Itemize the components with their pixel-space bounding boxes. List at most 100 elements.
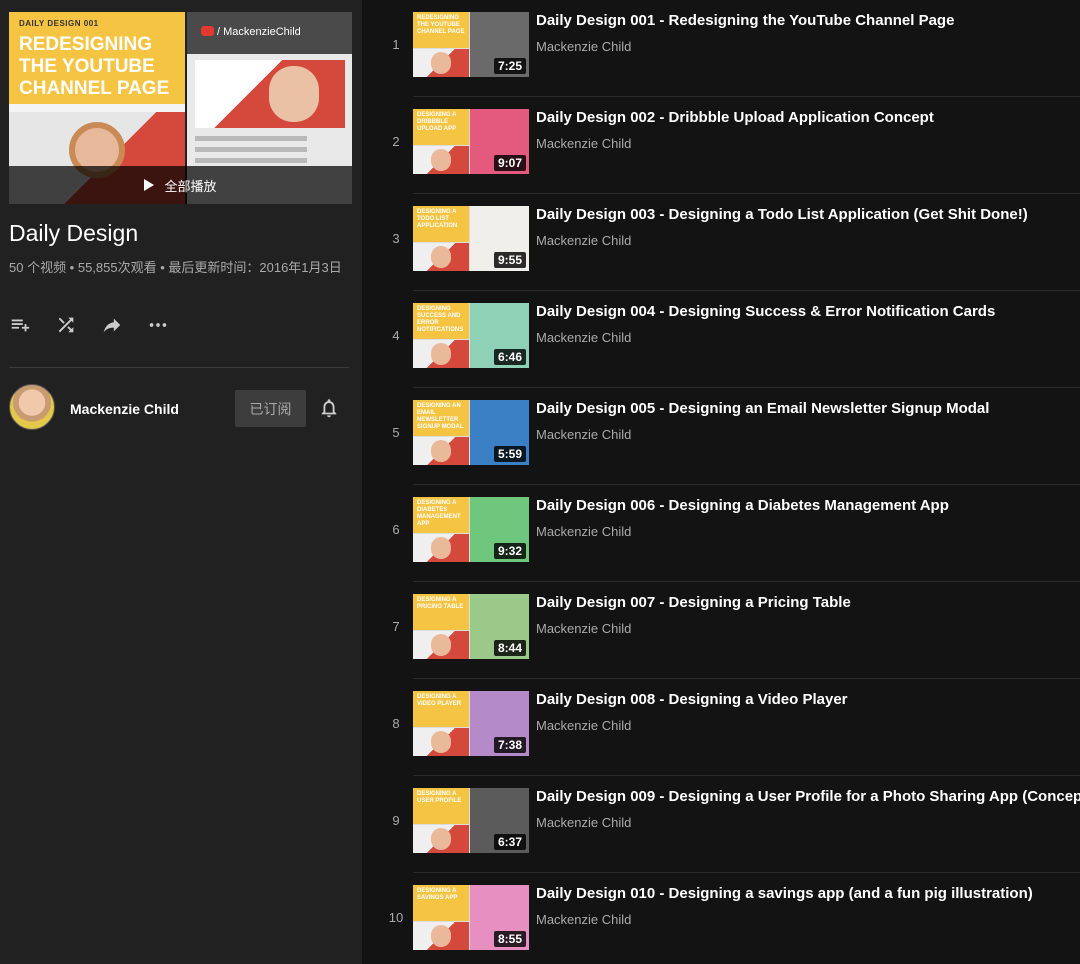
video-thumbnail[interactable]: REDESIGNING THE YOUTUBE CHANNEL PAGE 7:25 [413, 12, 529, 77]
video-duration: 6:37 [493, 834, 526, 850]
bell-icon[interactable] [318, 397, 340, 419]
playlist-video-row[interactable]: 2 DESIGNING A DRIBBBLE UPLOAD APP 9:07 Dail… [380, 97, 1080, 194]
playlist-video-list: 1 REDESIGNING THE YOUTUBE CHANNEL PAGE 7:2… [380, 0, 1080, 964]
add-to-queue-icon[interactable] [9, 314, 31, 336]
thumbnail-text: DESIGNING A SAVINGS APP [417, 888, 458, 901]
video-title[interactable]: Daily Design 009 - Designing a User Prof… [536, 788, 1080, 805]
video-title[interactable]: Daily Design 007 - Designing a Pricing T… [536, 594, 851, 611]
thumbnail-text: DESIGNING A VIDEO PLAYER [417, 694, 462, 707]
playlist-video-row[interactable]: 7 DESIGNING A PRICING TABLE 8:44 Daily Desi… [380, 582, 1080, 679]
playlist-title: Daily Design [9, 220, 139, 246]
video-title[interactable]: Daily Design 006 - Designing a Diabetes … [536, 497, 949, 514]
thumbnail-face-image [431, 149, 451, 171]
video-channel[interactable]: Mackenzie Child [536, 912, 631, 927]
thumbnail-face-image [431, 925, 451, 947]
play-icon [144, 179, 155, 191]
video-index: 10 [388, 910, 404, 925]
video-channel[interactable]: Mackenzie Child [536, 718, 631, 733]
subscribed-button[interactable]: 已订阅 [235, 390, 306, 427]
video-thumbnail[interactable]: DESIGNING A VIDEO PLAYER 7:38 [413, 691, 529, 756]
hero-brand: / MackenzieChild [217, 26, 301, 38]
thumbnail-title-card: DESIGNING A TODO LIST APPLICATION [413, 206, 469, 242]
video-channel[interactable]: Mackenzie Child [536, 427, 631, 442]
video-title[interactable]: Daily Design 004 - Designing Success & E… [536, 303, 995, 320]
video-title[interactable]: Daily Design 010 - Designing a savings a… [536, 885, 1033, 902]
video-thumbnail[interactable]: DESIGNING A DRIBBBLE UPLOAD APP 9:07 [413, 109, 529, 174]
video-thumbnail[interactable]: DESIGNING A TODO LIST APPLICATION 9:55 [413, 206, 529, 271]
video-channel[interactable]: Mackenzie Child [536, 39, 631, 54]
avatar[interactable] [9, 384, 55, 430]
play-all-button[interactable]: 全部播放 [9, 166, 352, 204]
share-icon[interactable] [101, 314, 123, 336]
video-channel[interactable]: Mackenzie Child [536, 233, 631, 248]
thumbnail-face-image [431, 343, 451, 365]
more-icon[interactable] [147, 314, 169, 336]
video-channel[interactable]: Mackenzie Child [536, 621, 631, 636]
thumbnail-title-card: DESIGNING A PRICING TABLE [413, 594, 469, 630]
video-duration: 6:46 [493, 349, 526, 365]
playlist-video-row[interactable]: 10 DESIGNING A SAVINGS APP 8:55 Daily Desig… [380, 873, 1080, 964]
video-index: 8 [392, 716, 400, 731]
playlist-video-row[interactable]: 4 DESIGNING SUCCESS AND ERROR NOTIFICATIO… [380, 291, 1080, 388]
thumbnail-title-card: REDESIGNING THE YOUTUBE CHANNEL PAGE [413, 12, 469, 48]
video-thumbnail[interactable]: DESIGNING A DIABETES MANAGEMENT APP 9:32 [413, 497, 529, 562]
playlist-actions [9, 314, 169, 336]
video-index: 2 [392, 134, 400, 149]
playlist-video-row[interactable]: 5 DESIGNING AN EMAIL NEWSLETTER SIGNUP MO… [380, 388, 1080, 485]
thumbnail-text: DESIGNING A DIABETES MANAGEMENT APP [417, 500, 461, 527]
video-thumbnail[interactable]: DESIGNING A SAVINGS APP 8:55 [413, 885, 529, 950]
thumbnail-title-card: DESIGNING A DRIBBBLE UPLOAD APP [413, 109, 469, 145]
thumbnail-text: DESIGNING AN EMAIL NEWSLETTER SIGNUP MOD… [417, 403, 464, 430]
video-duration: 8:55 [493, 931, 526, 947]
thumbnail-text: DESIGNING A TODO LIST APPLICATION [417, 209, 458, 229]
video-index: 9 [392, 813, 400, 828]
hero-headline: REDESIGNING THE YOUTUBE CHANNEL PAGE [19, 34, 170, 99]
playlist-page: DAILY DESIGN 001 REDESIGNING THE YOUTUBE… [0, 0, 1080, 964]
playlist-video-row[interactable]: 9 DESIGNING A USER PROFILE 6:37 Daily Desig… [380, 776, 1080, 873]
playlist-video-row[interactable]: 8 DESIGNING A VIDEO PLAYER 7:38 Daily Desig… [380, 679, 1080, 776]
thumbnail-text: DESIGNING A PRICING TABLE [417, 597, 464, 610]
video-channel[interactable]: Mackenzie Child [536, 524, 631, 539]
thumbnail-text: DESIGNING A USER PROFILE [417, 791, 462, 804]
video-channel[interactable]: Mackenzie Child [536, 330, 631, 345]
video-duration: 9:07 [493, 155, 526, 171]
video-thumbnail[interactable]: DESIGNING AN EMAIL NEWSLETTER SIGNUP MOD… [413, 400, 529, 465]
video-duration: 8:44 [493, 640, 526, 656]
video-title[interactable]: Daily Design 008 - Designing a Video Pla… [536, 691, 848, 708]
playlist-video-row[interactable]: 3 DESIGNING A TODO LIST APPLICATION 9:55 Da… [380, 194, 1080, 291]
video-title[interactable]: Daily Design 005 - Designing an Email Ne… [536, 400, 989, 417]
video-title[interactable]: Daily Design 003 - Designing a Todo List… [536, 206, 1028, 223]
thumbnail-text: DESIGNING SUCCESS AND ERROR NOTIFICATION… [417, 306, 464, 333]
playlist-video-row[interactable]: 1 REDESIGNING THE YOUTUBE CHANNEL PAGE 7:2… [380, 0, 1080, 97]
thumbnail-title-card: DESIGNING AN EMAIL NEWSLETTER SIGNUP MOD… [413, 400, 469, 436]
video-title[interactable]: Daily Design 002 - Dribbble Upload Appli… [536, 109, 934, 126]
thumbnail-face-image [431, 537, 451, 559]
hero-title-card: DAILY DESIGN 001 REDESIGNING THE YOUTUBE… [9, 12, 185, 104]
playlist-video-row[interactable]: 6 DESIGNING A DIABETES MANAGEMENT APP 9:32… [380, 485, 1080, 582]
shuffle-icon[interactable] [55, 314, 77, 336]
video-duration: 7:25 [493, 58, 526, 74]
video-index: 1 [392, 37, 400, 52]
video-thumbnail[interactable]: DESIGNING A PRICING TABLE 8:44 [413, 594, 529, 659]
thumbnail-face-image [431, 634, 451, 656]
playlist-hero-thumbnail[interactable]: DAILY DESIGN 001 REDESIGNING THE YOUTUBE… [9, 12, 352, 204]
video-duration: 5:59 [493, 446, 526, 462]
thumbnail-face-image [431, 828, 451, 850]
sidebar-divider [9, 367, 349, 368]
video-channel[interactable]: Mackenzie Child [536, 815, 631, 830]
thumbnail-text: DESIGNING A DRIBBBLE UPLOAD APP [417, 112, 457, 132]
playlist-stats: 50 个视频 • 55,855次观看 • 最后更新时间：2016年1月3日 [9, 260, 342, 275]
hero-face-image [269, 66, 319, 122]
video-index: 4 [392, 328, 400, 343]
video-thumbnail[interactable]: DESIGNING SUCCESS AND ERROR NOTIFICATION… [413, 303, 529, 368]
thumbnail-title-card: DESIGNING A USER PROFILE [413, 788, 469, 824]
hero-tag: DAILY DESIGN 001 [19, 19, 99, 28]
video-thumbnail[interactable]: DESIGNING A USER PROFILE 6:37 [413, 788, 529, 853]
video-index: 6 [392, 522, 400, 537]
thumbnail-title-card: DESIGNING SUCCESS AND ERROR NOTIFICATION… [413, 303, 469, 339]
video-index: 7 [392, 619, 400, 634]
video-channel[interactable]: Mackenzie Child [536, 136, 631, 151]
owner-name[interactable]: Mackenzie Child [70, 401, 179, 417]
video-title[interactable]: Daily Design 001 - Redesigning the YouTu… [536, 12, 954, 29]
playlist-owner: Mackenzie Child 已订阅 [9, 384, 349, 432]
